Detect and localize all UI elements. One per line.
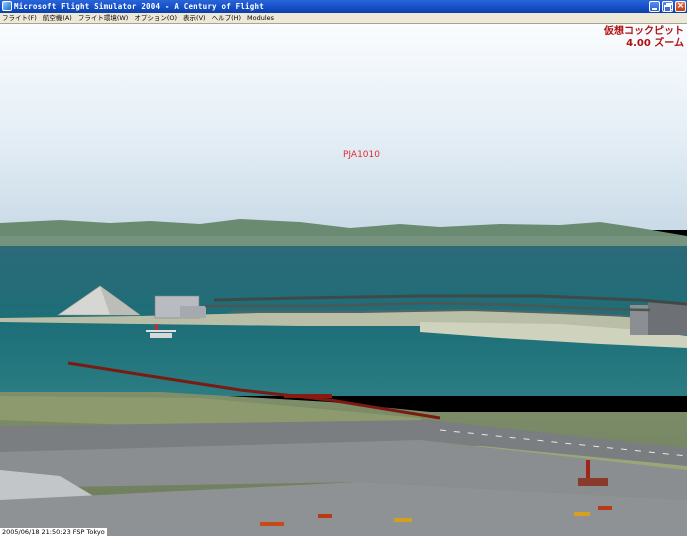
menu-bar: フライト(F) 航空機(A) フライト環境(W) オプション(O) 表示(V) … (0, 13, 687, 24)
ground-sign (260, 522, 284, 526)
view-info: 仮想コックピット 4.00 ズーム (604, 26, 684, 50)
app-icon[interactable] (2, 1, 12, 11)
sky (0, 24, 687, 230)
menu-flight[interactable]: フライト(F) (2, 13, 37, 24)
close-button[interactable]: × (675, 1, 686, 12)
approach-light-end (284, 394, 332, 398)
menu-view[interactable]: 表示(V) (183, 13, 206, 24)
menu-help[interactable]: ヘルプ(H) (212, 13, 241, 24)
ground-sign-3 (318, 514, 332, 518)
view-mode: 仮想コックピット (604, 26, 684, 37)
title-bar: Microsoft Flight Simulator 2004 - A Cent… (0, 0, 687, 13)
ground-sign-4 (574, 512, 590, 516)
zoom-level: 4.00 ズーム (626, 38, 684, 49)
menu-modules[interactable]: Modules (247, 13, 274, 24)
shoreline-haze (0, 236, 687, 246)
menu-aircraft[interactable]: 航空機(A) (43, 13, 72, 24)
minimize-button[interactable] (649, 1, 660, 12)
menu-world[interactable]: フライト環境(W) (78, 13, 129, 24)
simulator-viewport[interactable] (0, 24, 687, 536)
menu-options[interactable]: オプション(O) (134, 13, 177, 24)
tower-building-side (648, 302, 687, 335)
ground-sign-2 (394, 518, 412, 522)
ground-sign-5 (598, 506, 612, 510)
close-icon: × (676, 1, 685, 11)
aircraft-label: PJA1010 (343, 150, 380, 160)
restore-icon-front (664, 5, 671, 12)
minimize-icon (652, 8, 657, 10)
maximize-button[interactable] (662, 1, 673, 12)
window-title: Microsoft Flight Simulator 2004 - A Cent… (14, 2, 264, 11)
status-timestamp: 2005/06/18 21:50:23 FSP Tokyo (0, 528, 107, 536)
convention-building-wing (180, 306, 206, 318)
